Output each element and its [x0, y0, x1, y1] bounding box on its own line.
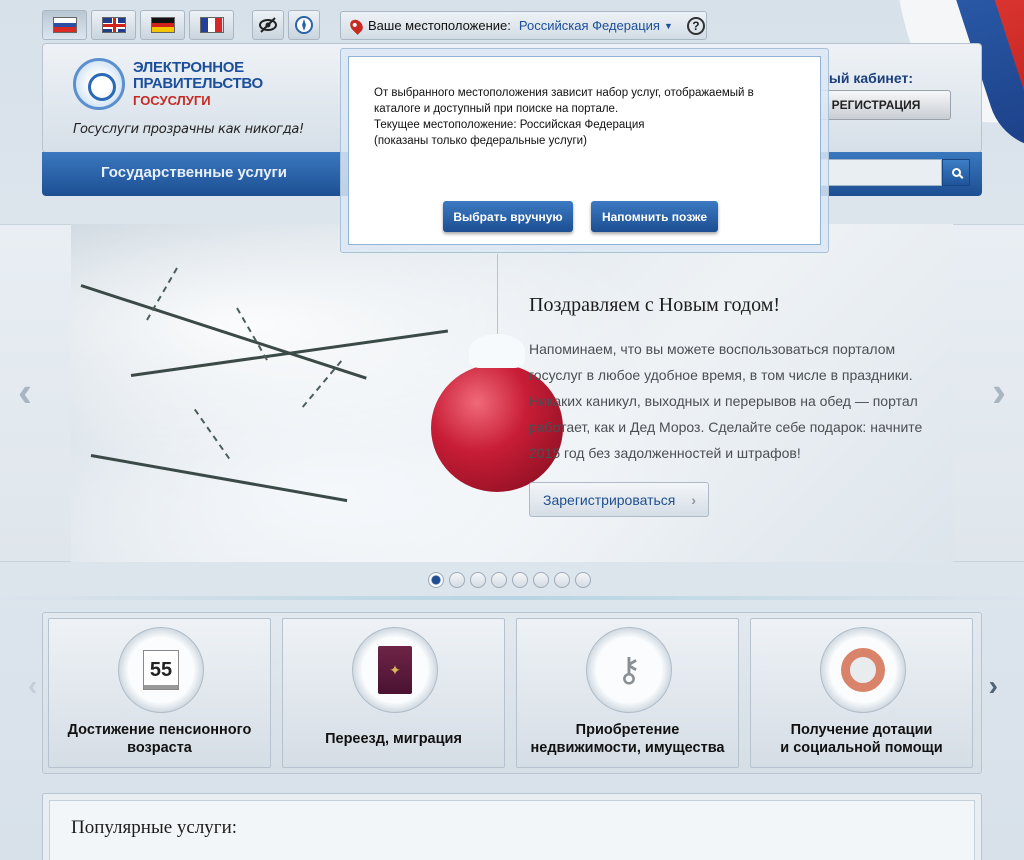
compass-icon [295, 16, 313, 34]
logo-text[interactable]: ЭЛЕКТРОННОЕ ПРАВИТЕЛЬСТВО [133, 60, 263, 92]
lang-de-button[interactable] [140, 10, 185, 40]
accessibility-button[interactable] [252, 10, 284, 40]
germany-flag-icon [150, 17, 175, 33]
location-selector[interactable]: Ваше местоположение: Российская Федераци… [340, 11, 707, 40]
banner-title: Поздравляем с Новым годом! [529, 294, 781, 316]
slider-dot[interactable] [470, 572, 486, 588]
promo-banner: Поздравляем с Новым годом! Напоминаем, ч… [71, 224, 953, 562]
remind-later-button[interactable]: Напомнить позже [591, 201, 718, 232]
banner-register-button[interactable]: Зарегистрироваться › [529, 482, 709, 517]
popular-services: Популярные услуги: [42, 793, 982, 860]
lang-ru-button[interactable] [42, 10, 87, 40]
location-pin-icon [347, 16, 366, 35]
slogan: Госуслуги прозрачны как никогда! [73, 122, 304, 137]
categories-next-icon[interactable]: › [989, 670, 998, 702]
location-modal: От выбранного местоположения зависит наб… [340, 48, 829, 253]
category-label: Переезд, миграция [325, 731, 462, 747]
slider-dot[interactable] [533, 572, 549, 588]
keys-icon: ⚷ [616, 651, 642, 689]
modal-message: От выбранного местоположения зависит наб… [374, 87, 754, 147]
calendar-icon: 55 [143, 650, 179, 690]
choose-manually-button[interactable]: Выбрать вручную [443, 201, 573, 232]
slide-next-icon[interactable]: › [992, 368, 1006, 416]
category-label: Приобретение недвижимости, имущества [530, 722, 725, 756]
slider-dot[interactable] [449, 572, 465, 588]
cabinet-title: ый кабинет: [828, 70, 913, 86]
divider [0, 596, 1024, 600]
help-icon[interactable]: ? [686, 16, 705, 35]
eye-icon [259, 17, 277, 33]
compass-button[interactable] [288, 10, 320, 40]
russia-flag-icon [52, 17, 77, 33]
lifebuoy-icon [841, 648, 885, 692]
uk-flag-icon [101, 17, 126, 33]
location-modal-body: От выбранного местоположения зависит наб… [348, 56, 821, 245]
location-label: Ваше местоположение: [368, 18, 511, 33]
banner-text: Напоминаем, что вы можете воспользоватьс… [529, 341, 923, 461]
logo-subtext[interactable]: ГОСУСЛУГИ [133, 93, 211, 108]
nav-item-gov-services[interactable]: Государственные услуги [101, 164, 287, 181]
category-migration[interactable]: ✦ Переезд, миграция [282, 618, 505, 768]
search-input[interactable] [812, 159, 942, 186]
chevron-right-icon: › [691, 492, 696, 508]
categories-prev-icon[interactable]: ‹ [28, 670, 37, 702]
slider-dot[interactable] [512, 572, 528, 588]
slider-dots [428, 572, 591, 588]
category-property[interactable]: ⚷ Приобретение недвижимости, имущества [516, 618, 739, 768]
lang-en-button[interactable] [91, 10, 136, 40]
slider-dot[interactable] [491, 572, 507, 588]
slider-dot[interactable] [428, 572, 444, 588]
top-toolbar [42, 10, 320, 42]
category-label: Достижение пенсионного возраста [67, 722, 252, 756]
lang-fr-button[interactable] [189, 10, 234, 40]
france-flag-icon [199, 17, 224, 33]
passport-icon: ✦ [378, 646, 412, 694]
slide-prev-icon[interactable]: ‹ [18, 368, 32, 416]
category-social-aid[interactable]: Получение дотации и социальной помощи [750, 618, 973, 768]
search-icon [951, 168, 961, 177]
slider-dot[interactable] [554, 572, 570, 588]
search-button[interactable] [942, 159, 970, 186]
category-label: Получение дотации и социальной помощи [780, 722, 943, 756]
category-pension[interactable]: 55 Достижение пенсионного возраста [48, 618, 271, 768]
popular-title: Популярные услуги: [71, 817, 238, 838]
slider-dot[interactable] [575, 572, 591, 588]
location-value[interactable]: Российская Федерация [519, 18, 660, 33]
gosuslugi-logo-icon[interactable] [73, 58, 125, 110]
chevron-down-icon[interactable]: ▼ [664, 21, 673, 31]
